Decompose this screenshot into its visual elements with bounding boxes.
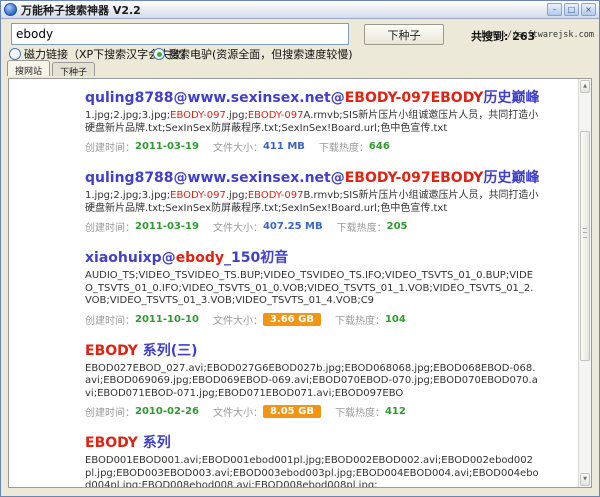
- text-segment: EBODY-097: [170, 190, 226, 201]
- text-segment: EBOD001EBOD001.avi;EBOD001ebod001pl.jpg;…: [85, 455, 539, 488]
- result-file-size: 407.25 MB: [263, 221, 323, 232]
- meta-label: 文件大小：: [213, 404, 263, 419]
- result-heat: 646: [369, 141, 390, 152]
- text-segment: EBODY-097EBODY: [345, 90, 484, 106]
- result-created-date: 2011-10-10: [135, 314, 199, 325]
- meta-label: 下载热度：: [337, 219, 387, 234]
- meta-label: 创建时间：: [85, 404, 135, 419]
- results-panel: quling8788@www.sexinsex.net@EBODY-097EBO…: [8, 78, 592, 488]
- app-window: 万能种子搜索神器 V2.2 – □ × 下种子 共搜到: 263 http://…: [0, 0, 600, 497]
- result-created-date: 2010-02-26: [135, 406, 199, 417]
- search-mode-options: 磁力链接（XP下搜索汉字会失败） 搜索电驴(资源全面，但搜索速度较慢): [9, 46, 591, 62]
- tab-search-site[interactable]: 搜网站: [7, 60, 50, 76]
- result-files: 1.jpg;2.jpg;3.jpg;EBODY-097.jpg;EBODY-09…: [85, 110, 539, 135]
- text-segment: quling8788@www.sexinsex.net@: [85, 90, 345, 106]
- result-meta: 创建时间：2011-03-19 文件大小：411 MB 下载热度：646: [85, 139, 539, 154]
- result-heat: 205: [387, 221, 408, 232]
- window-controls: – □ ×: [547, 3, 596, 16]
- text-segment: 1.jpg;2.jpg;3.jpg;: [85, 110, 170, 121]
- text-segment: 系列: [138, 435, 171, 451]
- result-meta: 创建时间：2011-03-19 文件大小：407.25 MB 下载热度：205: [85, 219, 539, 234]
- result-files: EBOD001EBOD001.avi;EBOD001ebod001pl.jpg;…: [85, 455, 539, 488]
- result-files: AUDIO_TS;VIDEO_TSVIDEO_TS.BUP;VIDEO_TSVI…: [85, 270, 539, 308]
- meta-label: 创建时间：: [85, 139, 135, 154]
- result-title[interactable]: EBODY 系列(三): [85, 340, 539, 360]
- tab-bar: 搜网站 下种子: [7, 62, 95, 78]
- text-segment: EBOD027EBOD_027.avi;EBOD027G6EBOD027b.jp…: [85, 363, 538, 399]
- result-title[interactable]: xiaohuixp@ebody_150初音: [85, 247, 539, 267]
- scrollbar-grip: [583, 228, 587, 238]
- result-created-date: 2011-03-19: [135, 141, 199, 152]
- close-icon[interactable]: ×: [581, 3, 596, 16]
- radio-icon[interactable]: [9, 48, 21, 60]
- result-title[interactable]: EBODY 系列: [85, 432, 539, 452]
- meta-label: 创建时间：: [85, 219, 135, 234]
- text-segment: xiaohuixp@: [85, 250, 176, 266]
- text-segment: EBODY-097: [248, 110, 304, 121]
- result-title[interactable]: quling8788@www.sexinsex.net@EBODY-097EBO…: [85, 87, 539, 107]
- meta-label: 文件大小：: [213, 312, 263, 327]
- text-segment: EBODY-097: [170, 110, 226, 121]
- vertical-scrollbar[interactable]: ▲ ▼: [578, 79, 591, 487]
- scroll-down-icon[interactable]: ▼: [580, 473, 590, 486]
- result-files: EBOD027EBOD_027.avi;EBOD027G6EBOD027b.jp…: [85, 363, 539, 401]
- text-segment: 历史巅峰之做 众: [483, 170, 539, 186]
- scrollbar-thumb[interactable]: [580, 131, 590, 361]
- results-list: quling8788@www.sexinsex.net@EBODY-097EBO…: [9, 79, 591, 488]
- result-file-size: 411 MB: [263, 141, 305, 152]
- text-segment: 1.jpg;2.jpg;3.jpg;: [85, 190, 170, 201]
- text-segment: _150初音: [224, 250, 288, 266]
- result-item: EBODY 系列 EBOD001EBOD001.avi;EBOD001ebod00…: [85, 432, 539, 488]
- text-segment: EBODY: [85, 435, 138, 451]
- download-seed-button[interactable]: 下种子: [364, 24, 444, 45]
- result-item: xiaohuixp@ebody_150初音 AUDIO_TS;VIDEO_TSVI…: [85, 247, 539, 327]
- text-segment: quling8788@www.sexinsex.net@: [85, 170, 345, 186]
- minimize-icon[interactable]: –: [547, 3, 562, 16]
- result-item: quling8788@www.sexinsex.net@EBODY-097EBO…: [85, 167, 539, 234]
- meta-label: 文件大小：: [213, 139, 263, 154]
- text-segment: AUDIO_TS;VIDEO_TSVIDEO_TS.BUP;VIDEO_TSVI…: [85, 270, 533, 306]
- text-segment: 历史巅峰之做 众: [483, 90, 539, 106]
- maximize-icon[interactable]: □: [564, 3, 579, 16]
- result-meta: 创建时间：2011-10-10 文件大小：3.66 GB 下载热度：104: [85, 312, 539, 327]
- result-created-date: 2011-03-19: [135, 221, 199, 232]
- result-heat: 412: [385, 406, 406, 417]
- text-segment: 系列(三): [138, 343, 198, 359]
- result-heat: 104: [385, 314, 406, 325]
- text-segment: EBODY-097: [248, 190, 304, 201]
- window-title: 万能种子搜索神器 V2.2: [21, 2, 547, 18]
- result-file-size: 8.05 GB: [263, 405, 321, 418]
- titlebar: 万能种子搜索神器 V2.2 – □ ×: [1, 1, 599, 19]
- app-icon: [4, 3, 17, 16]
- site-url: http://softwarejsk.com: [481, 30, 594, 40]
- result-item: quling8788@www.sexinsex.net@EBODY-097EBO…: [85, 87, 539, 154]
- meta-label: 下载热度：: [319, 139, 369, 154]
- radio-checked-icon[interactable]: [153, 48, 165, 60]
- result-file-size: 3.66 GB: [263, 313, 321, 326]
- radio-emule-label: 搜索电驴(资源全面，但搜索速度较慢): [168, 46, 353, 62]
- tab-download-seed[interactable]: 下种子: [52, 62, 95, 76]
- text-segment: .jpg;: [226, 190, 248, 201]
- result-meta: 创建时间：2010-02-26 文件大小：8.05 GB 下载热度：412: [85, 404, 539, 419]
- result-item: EBODY 系列(三) EBOD027EBOD_027.avi;EBOD027G6…: [85, 340, 539, 420]
- meta-label: 文件大小：: [213, 219, 263, 234]
- scroll-up-icon[interactable]: ▲: [580, 80, 590, 93]
- meta-label: 下载热度：: [335, 312, 385, 327]
- text-segment: .jpg;: [226, 110, 248, 121]
- radio-search-emule[interactable]: 搜索电驴(资源全面，但搜索速度较慢): [153, 46, 353, 62]
- result-files: 1.jpg;2.jpg;3.jpg;EBODY-097.jpg;EBODY-09…: [85, 190, 539, 215]
- meta-label: 下载热度：: [335, 404, 385, 419]
- text-segment: EBODY-097EBODY: [345, 170, 484, 186]
- result-title[interactable]: quling8788@www.sexinsex.net@EBODY-097EBO…: [85, 167, 539, 187]
- meta-label: 创建时间：: [85, 312, 135, 327]
- search-input[interactable]: [11, 23, 349, 45]
- text-segment: ebody: [176, 250, 224, 266]
- text-segment: EBODY: [85, 343, 138, 359]
